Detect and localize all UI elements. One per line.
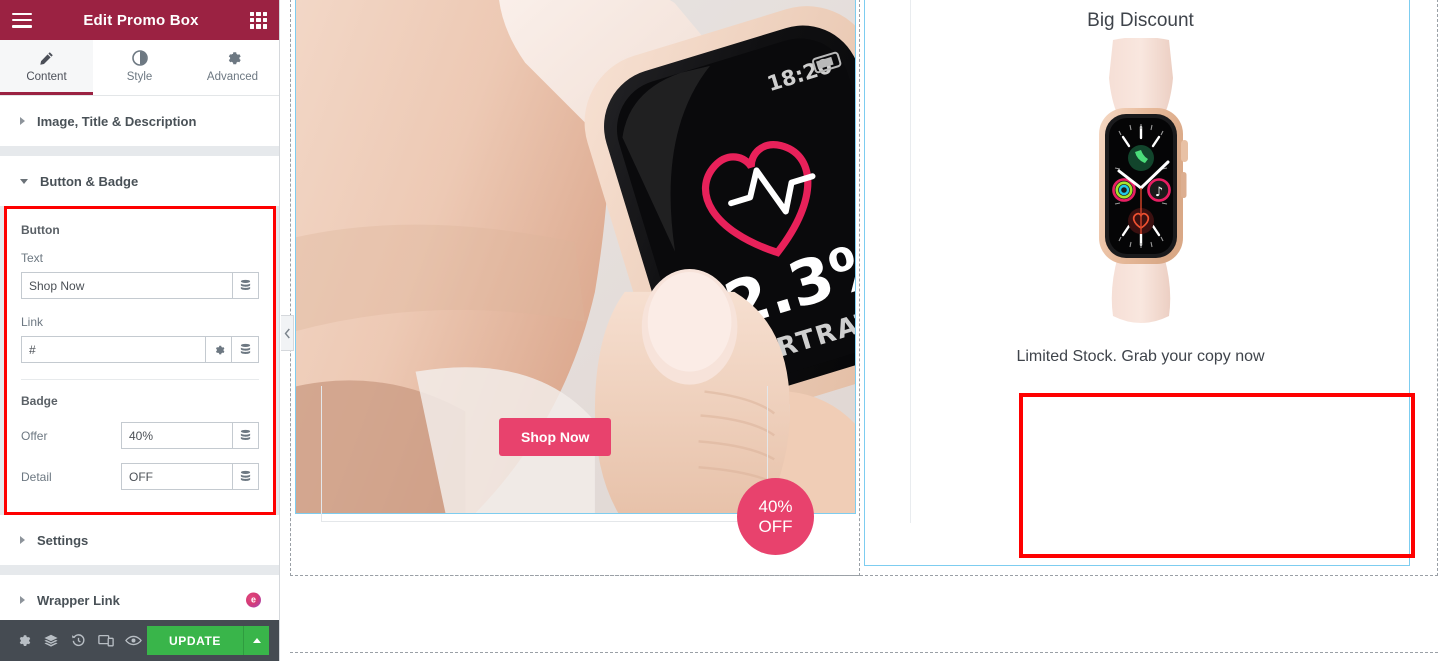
update-button[interactable]: UPDATE: [146, 626, 243, 655]
offer-badge-offer: 40%: [758, 497, 793, 517]
dynamic-tags-database-icon[interactable]: [232, 336, 259, 363]
badge-offer-input[interactable]: [121, 422, 232, 449]
group-divider: [21, 379, 259, 380]
offer-badge: 40% OFF: [737, 478, 814, 555]
offer-badge-detail: OFF: [758, 516, 793, 536]
elementor-editor-screen: Edit Promo Box Content Style Advanced Im…: [0, 0, 1438, 661]
apple-watch-product-image: ♪: [1098, 37, 1188, 323]
section-wrapper-link[interactable]: Wrapper Link e: [0, 575, 279, 620]
promo-description: Limited Stock. Grab your copy now: [1016, 348, 1265, 365]
chevron-left-icon: [284, 328, 290, 338]
button-link-label: Link: [21, 315, 44, 329]
tab-content[interactable]: Content: [0, 40, 93, 95]
panel-tabs: Content Style Advanced: [0, 40, 279, 96]
grid-apps-icon[interactable]: [250, 11, 267, 29]
canvas-footer-dashed-line: [290, 652, 1438, 653]
update-button-group: UPDATE: [146, 626, 269, 655]
tab-style-label: Style: [126, 70, 153, 83]
column-divider-rule: [910, 0, 911, 523]
contrast-half-circle-icon: [131, 50, 148, 67]
badge-group-title: Badge: [21, 394, 58, 408]
history-clock-icon[interactable]: [65, 620, 92, 661]
editor-canvas: 18:20 82.3% HEARTRATE Big Discount ♪ Lim…: [281, 0, 1438, 661]
preview-eye-icon[interactable]: [120, 620, 147, 661]
pencil-icon: [39, 50, 54, 67]
pro-feature-badge-icon: e: [246, 592, 261, 608]
shop-now-button[interactable]: Shop Now: [499, 418, 612, 456]
badge-offer-label: Offer: [21, 428, 48, 443]
button-group-title: Button: [21, 223, 60, 237]
button-text-input[interactable]: [21, 272, 232, 299]
section-gap: [0, 146, 279, 156]
section-button-and-badge[interactable]: Button & Badge: [0, 156, 279, 206]
chevron-right-icon: [20, 536, 25, 544]
dynamic-tags-database-icon[interactable]: [232, 463, 259, 490]
update-options-chevron-up-icon[interactable]: [243, 626, 269, 655]
dynamic-tags-database-icon[interactable]: [232, 272, 259, 299]
promo-box-widget[interactable]: Big Discount ♪ Limited Stock. Grab your …: [878, 0, 1403, 560]
chevron-down-icon: [20, 178, 28, 184]
tab-advanced[interactable]: Advanced: [186, 40, 279, 95]
section-label: Settings: [37, 532, 89, 548]
promo-image: ♪: [1061, 37, 1221, 338]
panel-footer-toolbar: UPDATE: [0, 620, 279, 661]
panel-header: Edit Promo Box: [0, 0, 279, 40]
button-link-input[interactable]: [21, 336, 205, 363]
button-text-field-row: Text: [21, 251, 259, 299]
settings-gear-icon[interactable]: [10, 620, 37, 661]
navigator-layers-icon[interactable]: [37, 620, 64, 661]
gear-icon: [225, 50, 241, 67]
section-settings[interactable]: Settings: [0, 515, 279, 565]
panel-collapse-handle[interactable]: [281, 315, 294, 351]
hamburger-icon[interactable]: [12, 12, 32, 28]
responsive-device-icon[interactable]: [92, 620, 119, 661]
dynamic-tags-database-icon[interactable]: [232, 422, 259, 449]
tab-style[interactable]: Style: [93, 40, 186, 95]
section-gap: [0, 565, 279, 575]
page-title: Edit Promo Box: [83, 11, 199, 29]
badge-detail-label: Detail: [21, 469, 52, 484]
chevron-right-icon: [20, 117, 25, 125]
button-text-label: Text: [21, 251, 44, 265]
tab-content-label: Content: [26, 70, 67, 83]
section-label: Button & Badge: [40, 173, 139, 189]
panel-sections: Image, Title & Description Button & Badg…: [0, 96, 279, 620]
editor-panel: Edit Promo Box Content Style Advanced Im…: [0, 0, 280, 661]
section-label: Wrapper Link: [37, 592, 120, 608]
badge-offer-field-row: Offer: [21, 422, 259, 449]
section-image-title-description[interactable]: Image, Title & Description: [0, 96, 279, 146]
section-label: Image, Title & Description: [37, 113, 197, 129]
tab-advanced-label: Advanced: [206, 70, 259, 83]
button-badge-controls-highlight: Button Text Link: [4, 206, 276, 515]
badge-detail-input[interactable]: [121, 463, 232, 490]
chevron-right-icon: [20, 596, 25, 604]
button-link-field-row: Link: [21, 315, 259, 363]
link-options-gear-icon[interactable]: [205, 336, 232, 363]
svg-text:♪: ♪: [1154, 185, 1162, 200]
promo-title: Big Discount: [1087, 10, 1194, 31]
badge-detail-field-row: Detail: [21, 463, 259, 490]
